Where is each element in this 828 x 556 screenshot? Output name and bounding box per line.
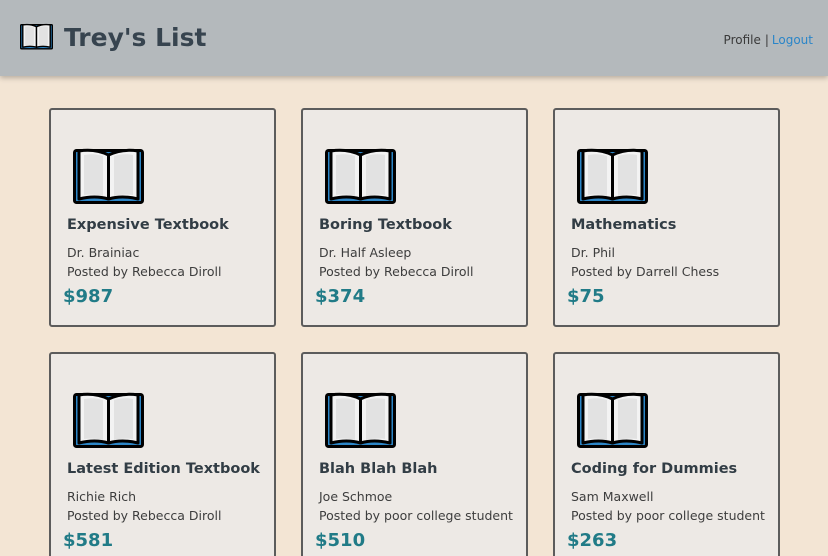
profile-link[interactable]: Profile [724,33,761,47]
listing-author: Sam Maxwell [571,489,654,504]
listing-poster: Posted by poor college student [571,508,765,523]
listing-author: Dr. Half Asleep [319,245,412,260]
listing-poster: Posted by Darrell Chess [571,264,720,279]
listing-title[interactable]: Latest Edition Textbook [67,461,260,477]
listing-title[interactable]: Boring Textbook [319,217,452,233]
listing-author: Dr. Phil [571,245,615,260]
listing-price: $987 [63,286,114,307]
book-icon [577,147,648,207]
user-nav: Profile | Logout [724,31,813,49]
listing-price: $374 [315,286,366,307]
listing-card[interactable]: Latest Edition Textbook Richie Rich Post… [49,352,276,556]
book-icon [577,391,648,451]
listing-title[interactable]: Expensive Textbook [67,217,229,233]
listing-card[interactable]: Boring Textbook Dr. Half Asleep Posted b… [301,108,528,327]
listing-card[interactable]: Blah Blah Blah Joe Schmoe Posted by poor… [301,352,528,556]
top-header: Trey's List Profile | Logout [0,0,828,76]
book-icon [73,147,144,207]
listing-title[interactable]: Coding for Dummies [571,461,737,477]
listing-author: Joe Schmoe [319,489,393,504]
listing-title[interactable]: Blah Blah Blah [319,461,438,477]
listing-poster: Posted by Rebecca Diroll [67,264,222,279]
listing-price: $263 [567,530,618,551]
listing-card[interactable]: Coding for Dummies Sam Maxwell Posted by… [553,352,780,556]
listing-author: Dr. Brainiac [67,245,140,260]
site-title[interactable]: Trey's List [64,20,206,56]
book-icon [20,22,53,52]
listing-price: $75 [567,286,605,307]
listing-poster: Posted by Rebecca Diroll [67,508,222,523]
listing-poster: Posted by poor college student [319,508,513,523]
listing-price: $581 [63,530,114,551]
listing-poster: Posted by Rebecca Diroll [319,264,474,279]
book-icon [73,391,144,451]
book-icon [325,147,396,207]
listing-author: Richie Rich [67,489,137,504]
nav-separator: | [764,33,769,47]
logout-link[interactable]: Logout [772,33,813,47]
book-icon [325,391,396,451]
listing-card[interactable]: Expensive Textbook Dr. Brainiac Posted b… [49,108,276,327]
listing-card[interactable]: Mathematics Dr. Phil Posted by Darrell C… [553,108,780,327]
listing-price: $510 [315,530,366,551]
listing-title[interactable]: Mathematics [571,217,676,233]
